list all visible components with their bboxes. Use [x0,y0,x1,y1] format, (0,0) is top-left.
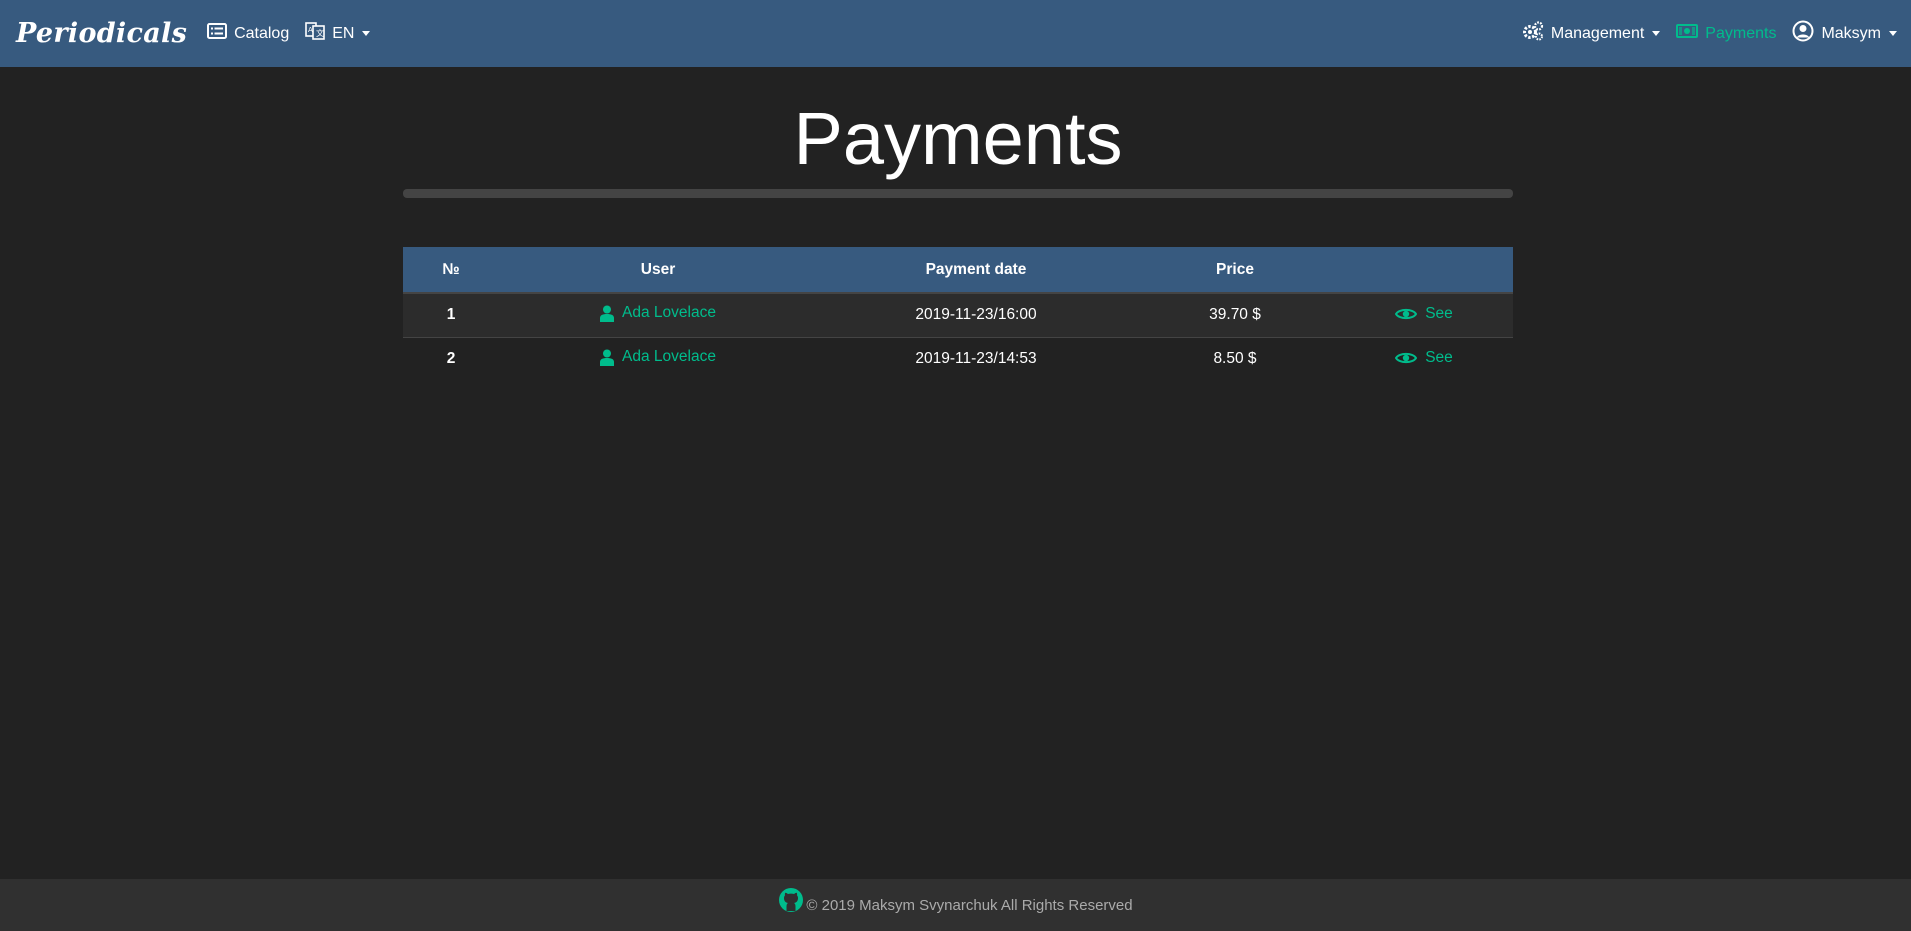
nav-payments-label: Payments [1705,24,1777,42]
table-row: 2 Ada Lovelace 2019-11-23/14:53 8.50 $ S… [403,337,1513,381]
payment-date: 2019-11-23/16:00 [915,306,1037,324]
column-header-payment-date: Payment date [817,247,1135,295]
user-menu-label: Maksym [1821,24,1881,42]
payments-table: № User Payment date Price 1 Ada Lovelace [403,247,1513,381]
payment-action-cell: See [1335,337,1513,381]
payment-date: 2019-11-23/14:53 [915,350,1037,368]
svg-text:A: A [308,26,313,34]
eye-icon [1395,352,1418,363]
gears-icon [1522,21,1551,46]
payment-action-cell: See [1335,293,1513,337]
table-header-row: № User Payment date Price [403,247,1513,295]
nav-catalog-link[interactable]: Catalog [207,23,289,44]
language-icon: A 文 [305,22,332,45]
language-label: EN [332,24,355,42]
see-link-label: See [1425,304,1453,322]
user-link[interactable]: Ada Lovelace [600,348,716,366]
title-divider [403,189,1513,199]
navbar-right: Management Payments Maksym [1506,20,1897,47]
payment-number: 1 [446,306,456,324]
user-circle-icon [1792,20,1821,47]
brand-logo[interactable]: Periodicals [16,18,187,49]
user-link-label: Ada Lovelace [622,348,716,366]
column-header-user: User [499,247,817,295]
column-header-price: Price [1135,247,1335,295]
nav-payments-link[interactable]: Payments [1676,24,1776,43]
user-link-label: Ada Lovelace [622,304,716,322]
column-header-actions [1335,247,1513,295]
payment-user-cell: Ada Lovelace [499,293,817,337]
table-row: 1 Ada Lovelace 2019-11-23/16:00 39.70 $ [403,293,1513,338]
see-payment-link[interactable]: See [1395,349,1453,367]
chevron-down-icon [362,31,371,36]
chevron-down-icon [1652,31,1661,36]
payment-number: 2 [446,350,456,368]
main-content: Payments № User Payment date Price 1 Ada… [403,67,1513,381]
column-header-number: № [403,247,499,295]
nav-catalog-label: Catalog [234,24,290,42]
payment-user-cell: Ada Lovelace [499,337,817,381]
footer-copyright: © 2019 Maksym Svynarchuk All Rights Rese… [806,896,1133,914]
footer: © 2019 Maksym Svynarchuk All Rights Rese… [0,879,1911,931]
user-icon [600,305,615,322]
management-dropdown[interactable]: Management [1522,21,1661,46]
see-link-label: See [1425,348,1453,366]
navbar: Periodicals Catalog A 文 EN Management Pa… [0,0,1911,67]
management-label: Management [1550,24,1645,42]
eye-icon [1395,308,1418,319]
language-dropdown[interactable]: A 文 EN [305,22,371,45]
github-icon[interactable] [778,888,806,917]
money-bill-icon [1676,24,1705,43]
see-payment-link[interactable]: See [1395,305,1453,323]
user-dropdown[interactable]: Maksym [1792,20,1897,47]
user-icon [600,349,615,366]
navbar-left: Periodicals Catalog A 文 EN [16,18,386,49]
payment-price: 8.50 $ [1213,350,1257,368]
svg-text:文: 文 [316,28,324,38]
payment-price: 39.70 $ [1209,306,1261,324]
chevron-down-icon [1889,31,1897,36]
list-alt-icon [207,23,234,44]
user-link[interactable]: Ada Lovelace [600,304,716,322]
page-title: Payments [793,97,1123,180]
